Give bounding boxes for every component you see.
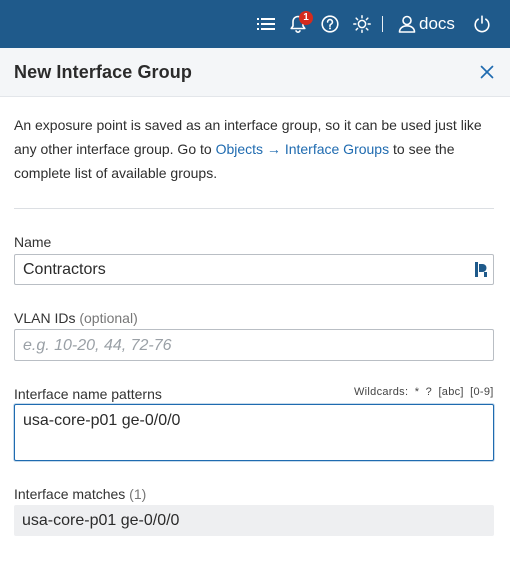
intro-text: An exposure point is saved as an interfa… — [14, 113, 496, 185]
name-input-value: Contractors — [23, 261, 106, 278]
wildcard-token: ? — [425, 386, 433, 398]
vlan-ids-placeholder: e.g. 10-20, 44, 72-76 — [23, 337, 172, 354]
list-icon[interactable] — [255, 0, 277, 48]
help-icon[interactable] — [319, 0, 341, 48]
notification-badge: 1 — [299, 11, 313, 25]
interface-matches-list: usa-core-p01 ge-0/0/0 — [14, 505, 494, 536]
wildcards-label: Wildcards: — [354, 386, 409, 398]
wildcard-token: * — [414, 386, 420, 398]
name-label: Name — [14, 234, 52, 250]
vlan-label-optional: (optional) — [79, 310, 138, 326]
user-icon[interactable] — [396, 0, 418, 48]
vlan-label-text: VLAN IDs — [14, 310, 76, 326]
power-icon[interactable] — [471, 0, 493, 48]
topbar-divider — [382, 16, 383, 32]
list-item: usa-core-p01 ge-0/0/0 — [22, 512, 180, 529]
matches-label: Interface matches (1) — [14, 486, 146, 502]
dialog-header: New Interface Group — [0, 48, 510, 97]
interface-groups-link[interactable]: Objects → Interface Groups — [216, 141, 390, 157]
user-name[interactable]: docs — [419, 0, 455, 48]
patterns-label: Interface name patterns — [14, 386, 162, 402]
wildcard-token: [abc] — [438, 386, 464, 398]
matches-count: (1) — [129, 486, 147, 502]
vlan-ids-input[interactable]: e.g. 10-20, 44, 72-76 — [14, 329, 494, 361]
sun-icon[interactable] — [351, 0, 373, 48]
vlan-label: VLAN IDs (optional) — [14, 310, 138, 326]
matches-label-text: Interface matches — [14, 486, 126, 502]
interface-patterns-textarea[interactable]: usa-core-p01 ge-0/0/0 — [14, 404, 494, 461]
dialog-title: New Interface Group — [14, 62, 192, 82]
password-manager-icon[interactable] — [475, 262, 487, 282]
wildcard-token: [0-9] — [470, 386, 494, 398]
patterns-value: usa-core-p01 ge-0/0/0 — [23, 412, 181, 429]
top-bar: 1 docs — [0, 0, 510, 48]
name-input[interactable]: Contractors — [14, 254, 494, 285]
divider — [14, 208, 494, 209]
wildcards-hint: Wildcards: * ? [abc] [0-9] — [354, 386, 497, 398]
close-icon[interactable] — [476, 61, 498, 83]
